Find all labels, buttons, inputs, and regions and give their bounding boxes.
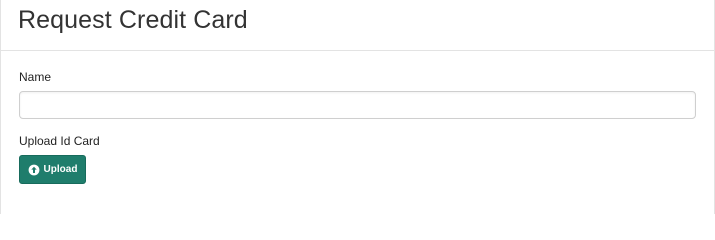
upload-button-label: Upload bbox=[43, 164, 78, 175]
upload-button[interactable]: Upload bbox=[19, 155, 86, 184]
form-body: Name Upload Id Card Upload bbox=[1, 70, 714, 184]
panel-header: Request Credit Card bbox=[1, 0, 714, 51]
name-label: Name bbox=[19, 70, 52, 84]
upload-id-card-label: Upload Id Card bbox=[19, 134, 100, 148]
name-input[interactable] bbox=[19, 91, 696, 119]
arrow-up-circle-icon bbox=[28, 164, 40, 176]
request-credit-card-panel: Request Credit Card Name Upload Id Card … bbox=[0, 0, 715, 214]
page-title: Request Credit Card bbox=[18, 6, 248, 34]
